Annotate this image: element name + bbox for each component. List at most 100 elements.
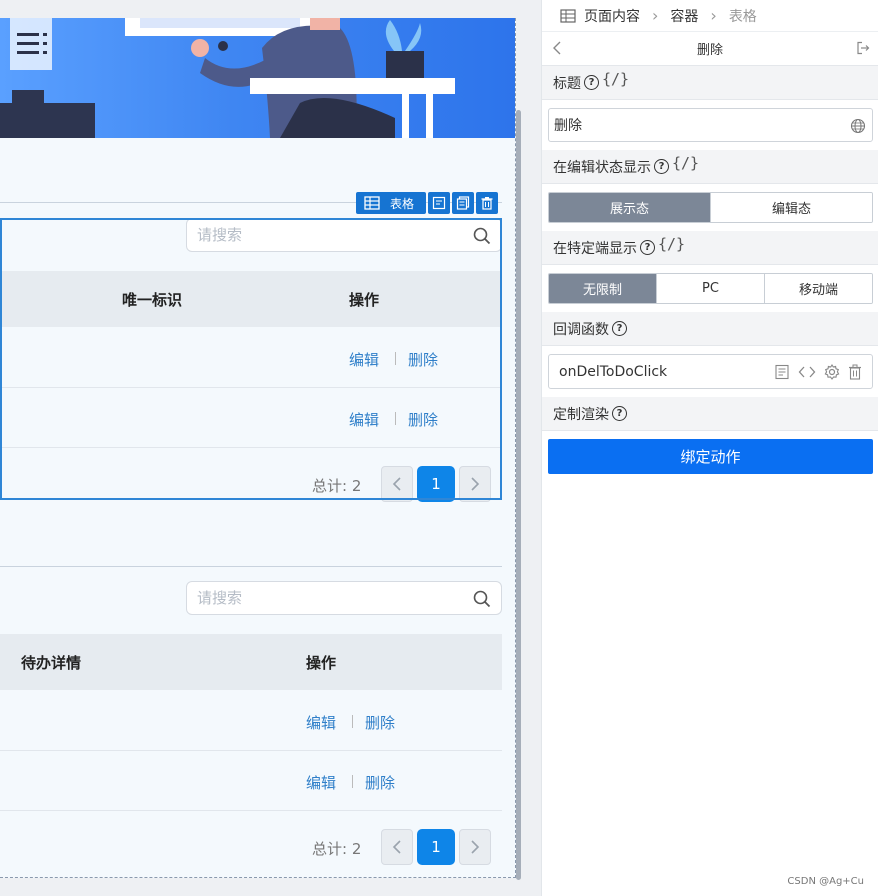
trash-icon[interactable] — [848, 364, 862, 380]
section-custom-render-header: 定制渲染 ? — [542, 397, 878, 431]
section-title-header: 标题 ? {/} — [542, 66, 878, 100]
column-header-detail: 待办详情 — [21, 654, 82, 672]
breadcrumb-container[interactable]: 容器 — [670, 6, 698, 26]
code-mode-icon[interactable]: {/} — [602, 70, 629, 88]
pager-next-button[interactable] — [459, 466, 491, 502]
table-header: 待办详情 操作 — [0, 634, 502, 690]
section-terminal-body: 无限制 PC 移动端 — [542, 265, 878, 312]
title-field[interactable] — [548, 108, 873, 142]
terminal-toggle: 无限制 PC 移动端 — [548, 273, 873, 304]
callback-actions — [774, 364, 862, 380]
panel-title: 删除 — [696, 43, 723, 58]
search-box[interactable] — [186, 581, 502, 615]
delete-link[interactable]: 删除 — [408, 409, 438, 430]
component-type-label[interactable]: 表格 — [356, 192, 427, 214]
help-icon[interactable]: ? — [640, 240, 655, 255]
code-mode-icon[interactable]: {/} — [672, 154, 699, 172]
help-icon[interactable]: ? — [612, 321, 627, 336]
property-panel: 页面内容 › 容器 › 表格 删除 标题 ? {/} 在编辑状态显示 ? {/} — [541, 0, 878, 896]
chevron-left-icon — [392, 477, 401, 491]
back-icon[interactable] — [552, 40, 562, 60]
pager-total: 总计: 2 — [312, 840, 362, 858]
title-input[interactable] — [549, 109, 872, 141]
section-terminal-header: 在特定端显示 ? {/} — [542, 231, 878, 265]
pager-prev-button[interactable] — [381, 466, 413, 502]
column-header-id: 唯一标识 — [122, 291, 183, 309]
section-label: 在编辑状态显示 — [553, 159, 651, 176]
divider — [0, 566, 502, 567]
chevron-right-icon: › — [652, 6, 659, 25]
search-input[interactable] — [187, 582, 501, 614]
globe-icon[interactable] — [850, 118, 866, 138]
table-row: 编辑 删除 — [0, 751, 502, 811]
gear-icon[interactable] — [824, 364, 840, 380]
section-label: 回调函数 — [553, 321, 609, 338]
chevron-left-icon — [392, 840, 401, 854]
banner-illustration — [0, 18, 515, 138]
column-header-action: 操作 — [349, 291, 380, 309]
search-box[interactable] — [186, 218, 502, 252]
component-type-text: 表格 — [390, 196, 415, 211]
help-icon[interactable]: ? — [654, 159, 669, 174]
desk — [250, 78, 455, 94]
option-pc[interactable]: PC — [656, 274, 764, 303]
selection-toolbar: 表格 — [356, 192, 499, 214]
delete-component-button[interactable] — [476, 192, 499, 214]
document-icon[interactable] — [774, 364, 790, 380]
bind-action-button[interactable]: 绑定动作 — [548, 439, 873, 474]
menu-icon[interactable] — [10, 18, 52, 70]
section-title-body — [542, 100, 878, 150]
edit-link[interactable]: 编辑 — [349, 409, 379, 430]
canvas-scrollbar[interactable] — [516, 110, 521, 880]
pager-next-button[interactable] — [459, 829, 491, 865]
table-row: 编辑 删除 — [0, 328, 502, 388]
delete-link[interactable]: 删除 — [365, 712, 395, 733]
copy-icon — [456, 196, 470, 210]
code-icon[interactable] — [798, 364, 816, 380]
pager-page-button[interactable]: 1 — [417, 829, 455, 865]
action-separator — [395, 412, 396, 425]
copy-component-button[interactable] — [452, 192, 475, 214]
search-input[interactable] — [187, 219, 501, 251]
section-edit-state-header: 在编辑状态显示 ? {/} — [542, 150, 878, 184]
table-icon — [364, 196, 380, 210]
table-row: 编辑 删除 — [0, 691, 502, 751]
edit-component-button[interactable] — [428, 192, 451, 214]
table-row: 编辑 删除 — [0, 388, 502, 448]
column-header-action: 操作 — [306, 654, 337, 672]
chevron-right-icon — [471, 840, 480, 854]
delete-link[interactable]: 删除 — [365, 772, 395, 793]
desk-leg — [426, 94, 433, 138]
search-icon[interactable] — [473, 227, 491, 249]
section-label: 定制渲染 — [553, 406, 609, 423]
pager-prev-button[interactable] — [381, 829, 413, 865]
help-icon[interactable]: ? — [584, 75, 599, 90]
page-preview: 唯一标识 操作 编辑 删除 编辑 删除 总计: 2 1 — [0, 18, 516, 878]
action-separator — [352, 775, 353, 788]
table-icon — [560, 8, 576, 23]
edit-link[interactable]: 编辑 — [306, 772, 336, 793]
option-display-state[interactable]: 展示态 — [549, 193, 710, 222]
code-mode-icon[interactable]: {/} — [658, 235, 685, 253]
pager-page-button[interactable]: 1 — [417, 466, 455, 502]
edit-link[interactable]: 编辑 — [306, 712, 336, 733]
callback-field[interactable]: onDelToDoClick — [548, 354, 873, 389]
search-icon[interactable] — [473, 590, 491, 612]
action-separator — [395, 352, 396, 365]
delete-link[interactable]: 删除 — [408, 349, 438, 370]
help-icon[interactable]: ? — [612, 406, 627, 421]
table-header: 唯一标识 操作 — [0, 271, 502, 327]
exit-icon[interactable] — [856, 41, 870, 59]
chevron-right-icon — [471, 477, 480, 491]
edit-icon — [432, 196, 446, 210]
edit-link[interactable]: 编辑 — [349, 349, 379, 370]
breadcrumb: 页面内容 › 容器 › 表格 — [542, 0, 878, 32]
pager-total: 总计: 2 — [312, 477, 362, 495]
section-label: 标题 — [553, 75, 581, 92]
option-mobile[interactable]: 移动端 — [764, 274, 872, 303]
design-canvas: 唯一标识 操作 编辑 删除 编辑 删除 总计: 2 1 — [0, 0, 541, 896]
panel-header: 删除 — [542, 32, 878, 66]
option-edit-state[interactable]: 编辑态 — [710, 193, 872, 222]
option-unlimited[interactable]: 无限制 — [549, 274, 656, 303]
breadcrumb-page-content[interactable]: 页面内容 — [584, 6, 640, 26]
